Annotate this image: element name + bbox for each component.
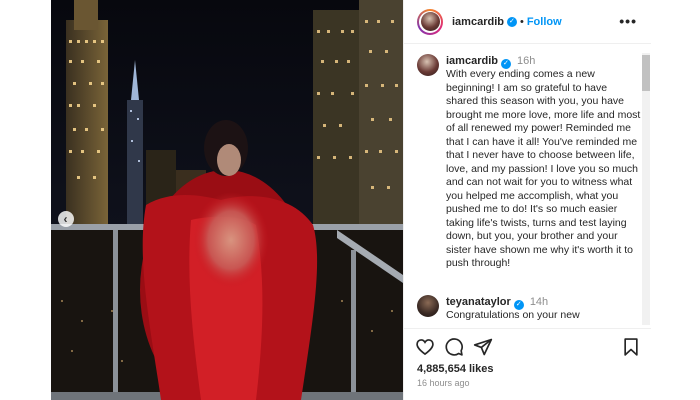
comment-text: Congratulations on your new (446, 309, 580, 321)
comment-time: 14h (529, 296, 549, 308)
author-avatar[interactable] (417, 8, 443, 35)
bookmark-icon[interactable] (621, 337, 641, 357)
comment-icon[interactable] (444, 337, 464, 357)
caption-avatar[interactable] (417, 54, 439, 76)
verified-badge-icon: ✓ (506, 16, 517, 27)
author-username[interactable]: iamcardib (452, 16, 504, 28)
post-actions: 4,885,654 likes 16 hours ago (404, 328, 651, 400)
comments-scrollbar[interactable] (642, 53, 650, 325)
follow-button[interactable]: Follow (527, 16, 562, 28)
commenter-avatar[interactable] (417, 295, 439, 317)
previous-slide-button[interactable]: ‹ (58, 211, 74, 227)
separator-dot: • (519, 15, 524, 28)
heart-icon[interactable] (415, 337, 435, 357)
caption-time: 16h (516, 55, 536, 67)
instagram-post: ‹ iamcardib ✓ • Follow ••• iamcardib ✓ 16h… (51, 0, 651, 400)
caption-text: With every ending comes a new beginning!… (446, 68, 641, 269)
caption-username[interactable]: iamcardib (446, 55, 498, 67)
post-header: iamcardib ✓ • Follow ••• (404, 0, 651, 44)
comments-section[interactable]: iamcardib ✓ 16h With every ending comes a … (404, 45, 651, 327)
post-photo (51, 0, 403, 400)
post-media[interactable]: ‹ (51, 0, 403, 400)
scrollbar-thumb[interactable] (642, 55, 650, 91)
more-options-icon[interactable]: ••• (619, 14, 637, 28)
chevron-left-icon: ‹ (63, 211, 68, 226)
commenter-username[interactable]: teyanataylor (446, 296, 511, 308)
post-side-panel: iamcardib ✓ • Follow ••• iamcardib ✓ 16h W… (403, 0, 651, 400)
post-timestamp[interactable]: 16 hours ago (417, 378, 470, 388)
likes-count[interactable]: 4,885,654 likes (417, 363, 493, 375)
share-icon[interactable] (473, 337, 493, 357)
